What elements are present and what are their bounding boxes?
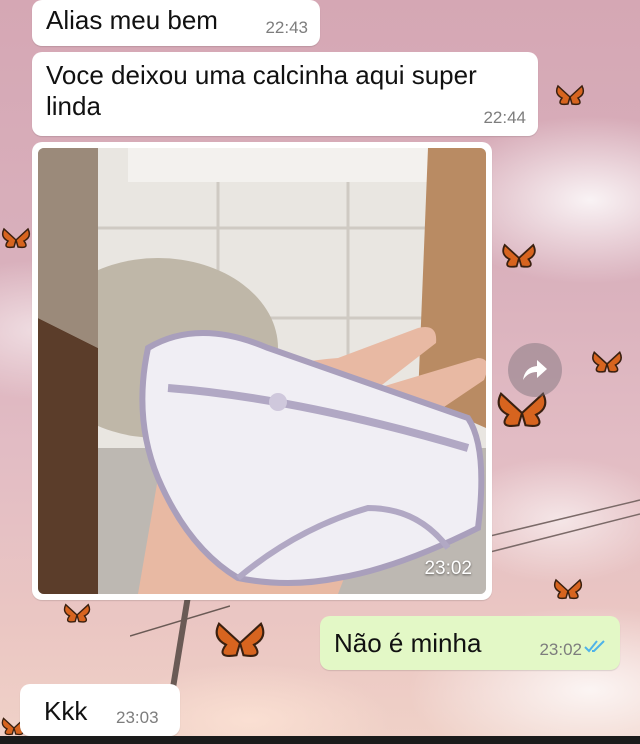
butterfly-icon [553,578,583,600]
butterfly-icon [502,243,536,268]
incoming-image-message[interactable]: 23:02 [32,142,492,600]
message-time: 22:44 [483,108,526,127]
butterfly-icon [1,227,31,249]
incoming-message[interactable]: Kkk 23:03 [20,684,180,736]
wire-decoration [490,499,640,553]
message-photo[interactable]: 23:02 [38,148,486,594]
incoming-message[interactable]: Voce deixou uma calcinha aqui super lind… [32,52,538,136]
butterfly-icon [497,392,547,427]
message-text: Kkk [44,696,88,726]
forward-arrow-icon [523,360,547,380]
butterfly-icon [555,84,585,106]
outgoing-message[interactable]: Não é minha 23:02 [320,616,620,670]
message-text: Voce deixou uma calcinha aqui super lind… [46,60,477,121]
forward-button[interactable] [508,343,562,397]
message-time: 23:02 [539,640,582,659]
butterfly-icon [63,603,91,623]
butterfly-icon [592,351,622,373]
message-time: 23:03 [116,708,159,727]
message-time: 23:02 [424,558,472,579]
message-text: Não é minha [334,628,482,658]
photo-illustration [38,148,486,594]
bottom-bar [0,736,640,744]
incoming-message[interactable]: Alias meu bem 22:43 [32,0,320,46]
message-time: 22:43 [265,18,308,37]
message-text: Alias meu bem [46,5,218,35]
chat-screen: Alias meu bem 22:43 Voce deixou uma calc… [0,0,640,744]
double-check-icon [584,640,605,653]
